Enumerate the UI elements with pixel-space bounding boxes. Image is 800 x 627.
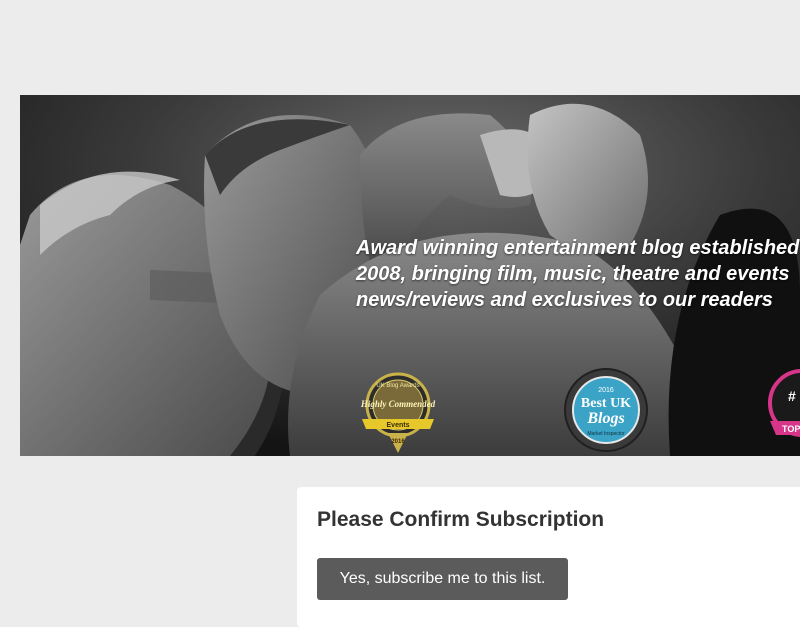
top-badge-label: TOP (782, 424, 800, 434)
subscription-confirm-card: Please Confirm Subscription Yes, subscri… (297, 487, 800, 627)
blogs-badge-title-bottom: Blogs (586, 410, 624, 427)
banner-tagline: Award winning entertainment blog establi… (356, 235, 800, 313)
best-uk-blogs-badge: 2016 Best UK Blogs Market Inspector (564, 368, 648, 452)
award-badge-top-text: UK Blog Awards (376, 383, 419, 389)
blogs-badge-year: 2016 (598, 387, 614, 394)
confirm-subscribe-button[interactable]: Yes, subscribe me to this list. (317, 558, 568, 600)
award-badge-ribbon-text: Events (387, 422, 410, 429)
confirm-subscription-title: Please Confirm Subscription (317, 508, 605, 531)
award-badge-main-text: Highly Commended (360, 399, 436, 409)
blogs-badge-sub: Market Inspector (587, 431, 625, 437)
award-badge-year: 2016 (391, 439, 405, 445)
header-banner: Award winning entertainment blog establi… (20, 95, 800, 456)
top-blog-badge: # TOP (768, 369, 800, 437)
blogs-badge-title-top: Best UK (581, 396, 631, 411)
tagline-line-1: Award winning entertainment blog establi… (356, 237, 800, 259)
tagline-line-3: news/reviews and exclusives to our reade… (356, 289, 773, 311)
uk-blog-awards-badge: UK Blog Awards Highly Commended Events 2… (360, 372, 436, 453)
tagline-line-2: 2008, bringing film, music, theatre and … (356, 263, 790, 285)
top-badge-hash: # (788, 388, 796, 404)
